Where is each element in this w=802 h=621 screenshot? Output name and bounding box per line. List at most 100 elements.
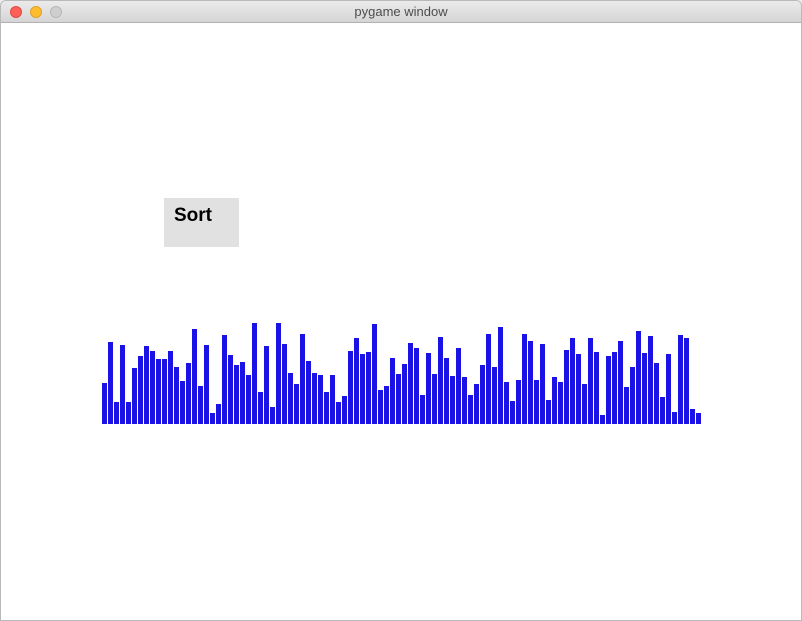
bar <box>234 365 239 424</box>
bar <box>456 348 461 424</box>
bar <box>198 386 203 424</box>
bar <box>300 334 305 424</box>
bar <box>216 404 221 424</box>
bar <box>126 402 131 424</box>
bar <box>294 384 299 424</box>
bar <box>402 364 407 424</box>
bar <box>108 342 113 424</box>
bar <box>690 409 695 424</box>
bar <box>114 402 119 424</box>
bar <box>600 415 605 424</box>
bar <box>576 354 581 424</box>
bar <box>366 352 371 424</box>
bar <box>276 323 281 424</box>
bar <box>696 413 701 424</box>
bar <box>132 368 137 424</box>
bar <box>522 334 527 424</box>
bar <box>258 392 263 424</box>
bar <box>240 362 245 424</box>
bar <box>282 344 287 424</box>
bar <box>246 375 251 424</box>
bar <box>552 377 557 424</box>
bar <box>396 374 401 424</box>
bar <box>252 323 257 424</box>
bar <box>684 338 689 424</box>
bar <box>384 386 389 424</box>
bar <box>102 383 107 424</box>
bar <box>270 407 275 424</box>
bar <box>222 335 227 424</box>
bar <box>492 367 497 424</box>
bar <box>540 344 545 424</box>
bar <box>666 354 671 424</box>
bar <box>312 373 317 424</box>
bar <box>486 334 491 424</box>
bar <box>618 341 623 424</box>
bar <box>318 375 323 424</box>
bar <box>450 376 455 424</box>
bar <box>330 375 335 424</box>
bar <box>180 381 185 424</box>
bar <box>192 329 197 424</box>
bar <box>264 346 269 424</box>
bar <box>654 363 659 424</box>
bar <box>420 395 425 424</box>
bar <box>414 348 419 424</box>
title-bar[interactable]: pygame window <box>1 1 801 23</box>
bar <box>558 382 563 424</box>
bar <box>210 413 215 424</box>
bar <box>306 361 311 424</box>
bar <box>480 365 485 424</box>
bar <box>426 353 431 424</box>
bar <box>162 359 167 424</box>
bar <box>636 331 641 424</box>
bar <box>444 358 449 424</box>
bar <box>462 377 467 424</box>
bar <box>660 397 665 424</box>
bar <box>504 382 509 424</box>
bar <box>348 351 353 424</box>
bar <box>138 356 143 424</box>
bar <box>630 367 635 424</box>
bar <box>150 351 155 424</box>
bar <box>204 345 209 424</box>
bar <box>438 337 443 424</box>
bar <box>390 358 395 424</box>
bar <box>168 351 173 424</box>
bar <box>516 380 521 424</box>
bar <box>144 346 149 424</box>
bar <box>288 373 293 424</box>
bar <box>528 341 533 424</box>
bar <box>186 363 191 424</box>
pygame-canvas[interactable]: Sort <box>1 23 801 620</box>
bar <box>378 390 383 424</box>
bar <box>678 335 683 424</box>
bar <box>120 345 125 424</box>
bar <box>474 384 479 424</box>
bar <box>624 387 629 424</box>
window-title: pygame window <box>354 4 448 19</box>
bar <box>564 350 569 424</box>
bar <box>606 356 611 424</box>
bar <box>498 327 503 424</box>
app-window: pygame window Sort <box>0 0 802 621</box>
bar <box>582 384 587 424</box>
bar <box>324 392 329 424</box>
bar <box>588 338 593 424</box>
bar <box>594 352 599 424</box>
bar-visualization <box>102 323 701 424</box>
bar <box>354 338 359 424</box>
bar <box>546 400 551 424</box>
bar <box>468 395 473 424</box>
bar <box>672 412 677 424</box>
bar <box>342 396 347 424</box>
bar <box>612 352 617 424</box>
bar <box>642 353 647 424</box>
bar <box>372 324 377 424</box>
bar <box>570 338 575 424</box>
bar <box>432 374 437 424</box>
bar <box>360 354 365 424</box>
bar <box>510 401 515 424</box>
bar <box>534 380 539 424</box>
bar <box>648 336 653 424</box>
